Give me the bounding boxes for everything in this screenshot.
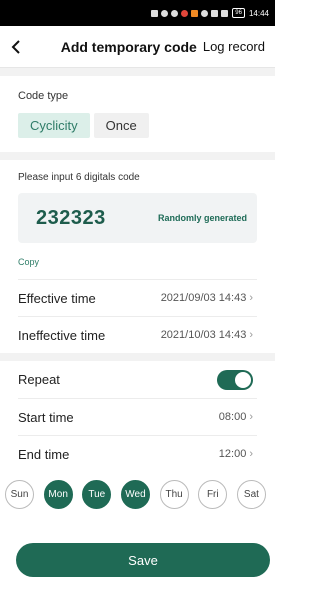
repeat-row: Repeat [18, 361, 257, 398]
code-input[interactable]: 232323 Randomly generated [18, 193, 257, 243]
battery-icon: 96 [232, 8, 245, 18]
section-divider [0, 68, 275, 76]
ineffective-time-label: Ineffective time [18, 327, 106, 343]
toggle-knob [235, 371, 251, 388]
status-icons [151, 9, 229, 17]
clock: 14:44 [248, 8, 269, 18]
code-value: 232323 [36, 206, 106, 229]
page-title: Add temporary code [60, 38, 197, 55]
end-time-value: 12:00 › [219, 448, 253, 460]
repeat-section: Repeat Start time 08:00 › End time 12:00… [0, 361, 275, 472]
random-generate-button[interactable]: Randomly generated [158, 213, 247, 223]
code-type-label: Code type [18, 90, 69, 102]
code-type-section: Code type Cyclicity Once [0, 76, 275, 152]
app-notification-icon-2 [191, 9, 199, 17]
ineffective-time-row[interactable]: Ineffective time 2021/10/03 14:43 › [18, 316, 257, 353]
day-wed[interactable]: Wed [120, 480, 150, 509]
log-record-link[interactable]: Log record [203, 39, 265, 54]
effective-time-row[interactable]: Effective time 2021/09/03 14:43 › [18, 279, 257, 316]
day-fri[interactable]: Fri [198, 480, 228, 509]
effective-time-text: 2021/09/03 14:43 [160, 292, 247, 304]
code-type-cyclicity[interactable]: Cyclicity [18, 113, 90, 138]
save-button[interactable]: Save [16, 543, 270, 577]
signal-icon [161, 9, 169, 17]
nfc-icon [211, 9, 219, 17]
weekday-selector: Sun Mon Tue Wed Thu Fri Sat [0, 472, 275, 509]
day-mon[interactable]: Mon [43, 480, 73, 509]
chevron-right-icon: › [249, 329, 253, 341]
effective-time-value: 2021/09/03 14:43 › [161, 292, 253, 304]
end-time-text: 12:00 [218, 448, 247, 460]
app-notification-icon [181, 9, 189, 17]
repeat-label: Repeat [18, 372, 60, 387]
header: Add temporary code Log record [0, 26, 275, 68]
day-thu[interactable]: Thu [159, 480, 189, 509]
end-time-row[interactable]: End time 12:00 › [18, 435, 257, 472]
code-type-selector: Cyclicity Once [18, 113, 257, 152]
section-divider [0, 353, 275, 361]
day-tue[interactable]: Tue [82, 480, 112, 509]
ineffective-time-value: 2021/10/03 14:43 › [161, 329, 253, 341]
section-divider [0, 152, 275, 160]
wifi-icon [171, 9, 179, 17]
code-section: Please input 6 digitals code 232323 Rand… [0, 160, 275, 279]
day-sun[interactable]: Sun [5, 480, 34, 509]
chevron-right-icon: › [249, 292, 253, 304]
time-section: Effective time 2021/09/03 14:43 › Ineffe… [0, 279, 275, 353]
start-time-value: 08:00 › [219, 411, 253, 423]
code-type-once[interactable]: Once [93, 113, 149, 138]
status-bar: 96 14:44 [0, 0, 275, 26]
copy-button[interactable]: Copy [18, 243, 257, 279]
code-input-label: Please input 6 digitals code [18, 172, 140, 183]
notification-icon [151, 9, 159, 17]
day-sat[interactable]: Sat [236, 480, 266, 509]
back-arrow-icon[interactable] [10, 36, 32, 58]
start-time-label: Start time [18, 409, 74, 425]
chevron-right-icon: › [249, 411, 253, 423]
repeat-toggle[interactable] [217, 369, 253, 390]
start-time-row[interactable]: Start time 08:00 › [18, 398, 257, 435]
ineffective-time-text: 2021/10/03 14:43 [160, 329, 247, 341]
start-time-text: 08:00 [218, 411, 247, 423]
eye-icon [201, 9, 209, 17]
end-time-label: End time [18, 446, 70, 462]
bluetooth-icon [221, 9, 229, 17]
effective-time-label: Effective time [18, 290, 96, 306]
chevron-right-icon: › [249, 448, 253, 460]
